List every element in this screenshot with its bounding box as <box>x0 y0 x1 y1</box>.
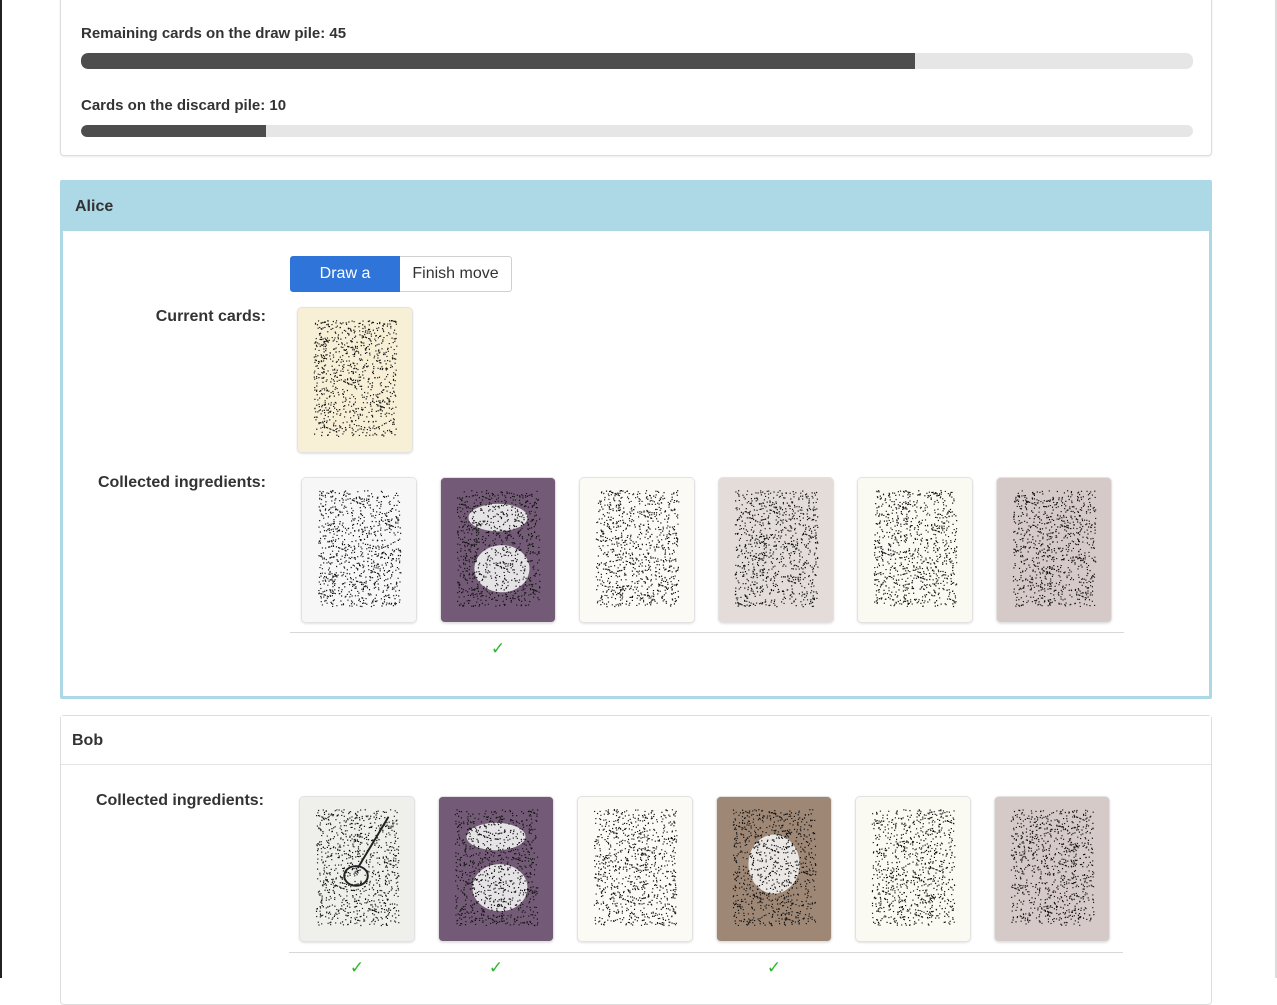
current-card-1[interactable] <box>297 307 413 453</box>
draw-pile-label: Remaining cards on the draw pile: 45 <box>81 25 347 42</box>
window-left-edge <box>0 0 2 978</box>
ingredient-card-6[interactable] <box>994 796 1110 942</box>
ingredient-card-icon <box>858 478 972 622</box>
collected-check-icon: ✓ <box>766 958 782 977</box>
draw-card-button[interactable]: Draw a card <box>290 256 400 316</box>
ingredient-card-4[interactable] <box>716 796 832 942</box>
collected-check-icon: ✓ <box>490 639 506 658</box>
ingredients-divider <box>290 632 1124 633</box>
ingredient-card-icon <box>578 797 692 941</box>
ingredient-card-icon <box>580 478 694 622</box>
discard-pile-progress-bar <box>81 125 1193 137</box>
ingredient-card-2[interactable] <box>438 796 554 942</box>
ingredient-card-2[interactable] <box>440 477 556 623</box>
finish-move-button[interactable]: Finish move <box>400 256 512 292</box>
ingredient-card-icon <box>856 797 970 941</box>
ingredient-card-icon <box>997 478 1111 622</box>
ingredient-card-3[interactable] <box>579 477 695 623</box>
ingredient-card-1[interactable] <box>301 477 417 623</box>
ingredient-card-4[interactable] <box>718 477 834 623</box>
player-name-bob: Bob <box>61 716 1211 765</box>
bean-card-icon <box>439 797 553 941</box>
discard-pile-label: Cards on the discard pile: 10 <box>81 97 287 114</box>
collected-check-icon: ✓ <box>349 958 365 977</box>
ingredient-card-5[interactable] <box>857 477 973 623</box>
ingredient-card-3[interactable] <box>577 796 693 942</box>
discard-pile-progress-fill <box>81 125 266 137</box>
ingredient-card-icon <box>302 478 416 622</box>
collected-check-icon: ✓ <box>488 958 504 977</box>
draw-pile-progress-fill <box>81 53 915 69</box>
player-name-alice: Alice <box>63 183 1209 231</box>
ingredients-divider <box>289 952 1123 953</box>
ingredient-card-icon <box>995 797 1109 941</box>
collected-ingredients-label: Collected ingredients: <box>95 792 264 809</box>
ingredient-card-6[interactable] <box>996 477 1112 623</box>
spoon-card-icon <box>300 797 414 941</box>
spice-card-icon <box>298 308 412 452</box>
vegetable-card-icon <box>717 797 831 941</box>
draw-pile-progress-bar <box>81 53 1193 69</box>
collected-ingredients-label: Collected ingredients: <box>97 474 266 491</box>
pile-stats-panel: Remaining cards on the draw pile: 45 Car… <box>60 0 1212 156</box>
ingredient-card-1[interactable] <box>299 796 415 942</box>
ingredient-card-icon <box>719 478 833 622</box>
bean-card-icon <box>441 478 555 622</box>
ingredient-card-5[interactable] <box>855 796 971 942</box>
current-cards-label: Current cards: <box>155 308 266 325</box>
player-panel-alice: Alice Draw a card Finish move Current ca… <box>60 180 1212 699</box>
move-button-group: Draw a card Finish move <box>290 256 512 316</box>
player-panel-bob: Bob Collected ingredients: ✓ ✓ ✓ <box>60 715 1212 1005</box>
